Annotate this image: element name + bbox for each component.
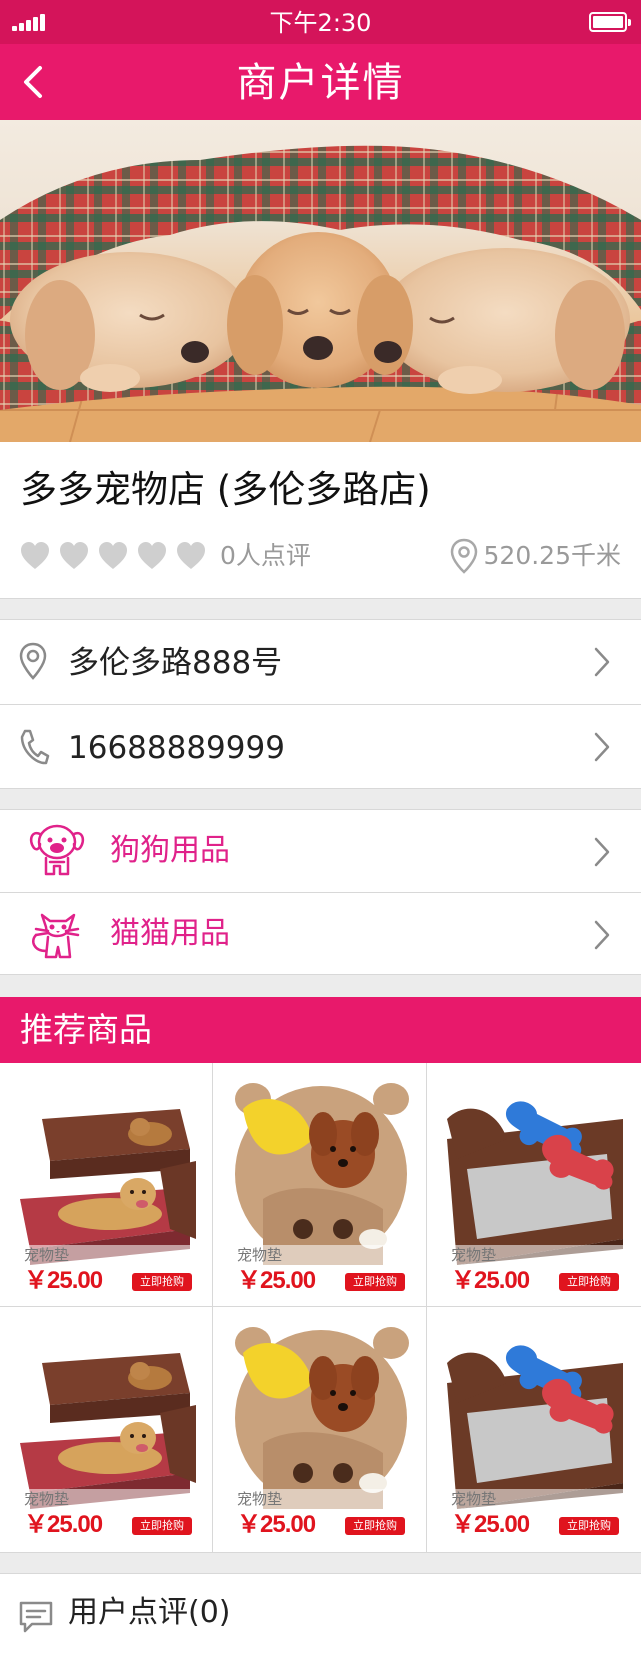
product-price: ￥25.00: [451, 1267, 530, 1294]
comment-icon: [19, 1601, 53, 1633]
buy-now-button[interactable]: 立即抢购: [559, 1517, 619, 1535]
distance: 520.25千米: [450, 538, 621, 574]
cat-icon: [32, 913, 80, 959]
product-card[interactable]: 宠物垫 ￥25.00 立即抢购: [0, 1307, 213, 1553]
product-price: ￥25.00: [24, 1511, 103, 1538]
bear-bed-poodle: [233, 1323, 409, 1509]
dog-icon: [29, 824, 85, 876]
recommended-title: 推荐商品: [20, 1010, 152, 1049]
location-pin-icon: [450, 538, 477, 574]
heart-icon: [177, 542, 205, 569]
product-price: ￥25.00: [451, 1511, 530, 1538]
distance-text: 520.25千米: [483, 541, 621, 570]
page-title: 商户详情: [236, 60, 405, 106]
dog-bed-golden-retriever: [20, 1079, 196, 1265]
shop-name: 多多宠物店 (多伦多路店): [20, 468, 431, 511]
product-card[interactable]: 宠物垫 ￥25.00 立即抢购: [213, 1307, 427, 1553]
heart-icon: [138, 542, 166, 569]
review-count: 0人点评: [220, 541, 311, 570]
phone-row[interactable]: 16688889999: [0, 704, 641, 788]
nav-bar: 商户详情: [0, 44, 641, 120]
product-name: 宠物垫: [20, 1489, 196, 1509]
product-grid: 宠物垫 ￥25.00 立即抢购 宠物垫 ￥25.00 立即抢购 宠物垫 ￥25.…: [0, 1063, 641, 1553]
user-reviews-label: 用户点评(0): [68, 1595, 231, 1630]
address-row[interactable]: 多伦多路888号: [0, 620, 641, 704]
category-section: 狗狗用品 猫猫用品: [0, 809, 641, 975]
puppies-photo: [0, 145, 641, 442]
dog-bed-golden-retriever: [20, 1323, 196, 1509]
buy-now-button[interactable]: 立即抢购: [345, 1273, 405, 1291]
product-price: ￥25.00: [237, 1267, 316, 1294]
category-label-cat: 猫猫用品: [110, 916, 230, 951]
bed-with-bone-toys: [447, 1079, 623, 1265]
product-price: ￥25.00: [237, 1511, 316, 1538]
chevron-right-icon: [594, 920, 610, 950]
phone-text: 16688889999: [68, 730, 285, 766]
product-card[interactable]: 宠物垫 ￥25.00 立即抢购: [427, 1307, 641, 1553]
product-name: 宠物垫: [447, 1245, 623, 1265]
buy-now-button[interactable]: 立即抢购: [132, 1517, 192, 1535]
product-name: 宠物垫: [20, 1245, 196, 1265]
buy-now-button[interactable]: 立即抢购: [345, 1517, 405, 1535]
chevron-right-icon: [594, 837, 610, 867]
rating-hearts: [20, 542, 206, 574]
battery-icon: [589, 12, 631, 32]
recommended-header: 推荐商品: [0, 997, 641, 1063]
product-price: ￥25.00: [24, 1267, 103, 1294]
chevron-right-icon: [594, 732, 610, 762]
location-pin-icon: [19, 642, 47, 680]
product-card[interactable]: 宠物垫 ￥25.00 立即抢购: [427, 1063, 641, 1307]
product-card[interactable]: 宠物垫 ￥25.00 立即抢购: [0, 1063, 213, 1307]
buy-now-button[interactable]: 立即抢购: [132, 1273, 192, 1291]
chevron-right-icon: [594, 647, 610, 677]
bear-bed-poodle: [233, 1079, 409, 1265]
product-name: 宠物垫: [447, 1489, 623, 1509]
category-row-cat[interactable]: 猫猫用品: [0, 892, 641, 974]
category-label-dog: 狗狗用品: [110, 833, 230, 868]
buy-now-button[interactable]: 立即抢购: [559, 1273, 619, 1291]
status-time: 下午2:30: [269, 9, 372, 37]
product-name: 宠物垫: [233, 1489, 409, 1509]
user-reviews-row[interactable]: 用户点评(0): [0, 1573, 641, 1656]
bed-with-bone-toys: [447, 1323, 623, 1509]
contact-section: 多伦多路888号 16688889999: [0, 619, 641, 789]
shop-hero-image: [0, 120, 641, 442]
category-row-dog[interactable]: 狗狗用品: [0, 810, 641, 892]
heart-icon: [60, 542, 88, 569]
product-name: 宠物垫: [233, 1245, 409, 1265]
phone-icon: [20, 729, 50, 765]
status-bar: 下午2:30: [0, 0, 641, 44]
heart-icon: [21, 542, 49, 569]
heart-icon: [99, 542, 127, 569]
product-card[interactable]: 宠物垫 ￥25.00 立即抢购: [213, 1063, 427, 1307]
shop-info-card: 多多宠物店 (多伦多路店) 0人点评 520.25千米: [0, 442, 641, 599]
address-text: 多伦多路888号: [68, 645, 283, 681]
